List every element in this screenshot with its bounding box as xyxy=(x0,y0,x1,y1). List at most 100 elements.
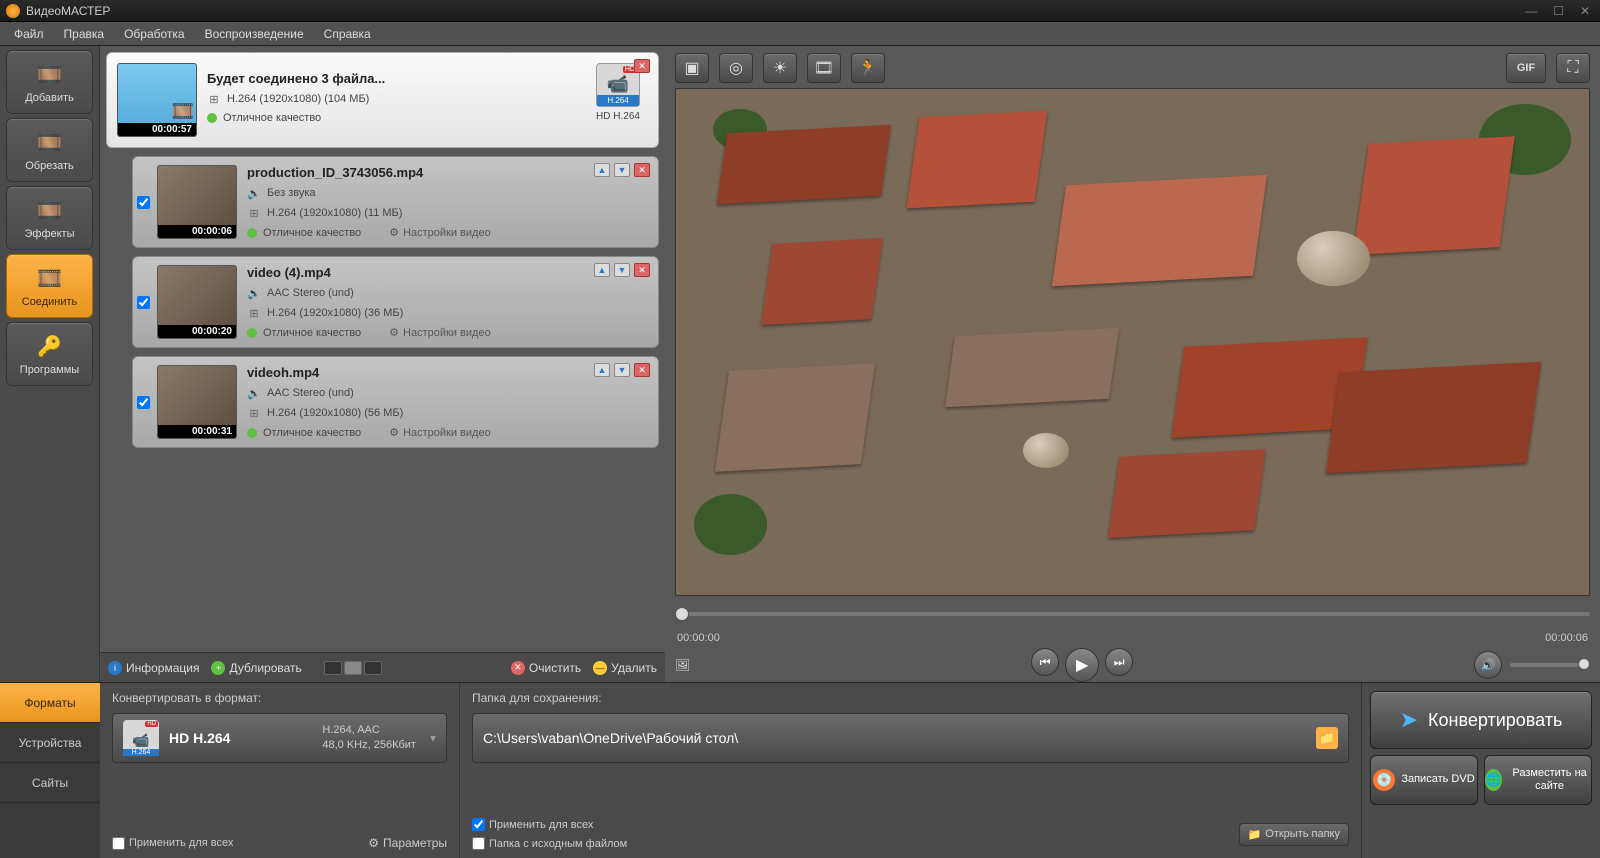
duplicate-button[interactable]: +Дублировать xyxy=(211,661,301,675)
menu-process[interactable]: Обработка xyxy=(116,25,193,43)
file-item[interactable]: 00:00:06 production_ID_3743056.mp4 🔊Без … xyxy=(132,156,659,248)
camera-tool-button[interactable]: ◎ xyxy=(719,53,753,83)
parameters-button[interactable]: ⚙Параметры xyxy=(368,836,447,850)
remove-file-button[interactable]: ✕ xyxy=(634,263,650,277)
info-icon: i xyxy=(108,661,122,675)
minimize-button[interactable]: — xyxy=(1521,4,1541,18)
file-thumbnail: 00:00:06 xyxy=(157,165,237,239)
file-audio: AAC Stereo (und) xyxy=(267,287,354,299)
volume-knob-icon[interactable] xyxy=(1578,658,1590,670)
minus-icon: — xyxy=(593,661,607,675)
close-button[interactable]: ✕ xyxy=(1576,4,1594,18)
seek-slider[interactable] xyxy=(675,612,1590,616)
file-title: production_ID_3743056.mp4 xyxy=(247,165,648,180)
menu-edit[interactable]: Правка xyxy=(56,25,113,43)
tab-formats[interactable]: Форматы xyxy=(0,683,100,723)
file-checkbox[interactable] xyxy=(137,396,150,409)
camera-icon: 📹 xyxy=(607,74,629,95)
merged-summary[interactable]: 🎞️ 00:00:57 Будет соединено 3 файла... ⊞… xyxy=(106,52,659,148)
file-checkbox[interactable] xyxy=(137,296,150,309)
merged-codec: H.264 (1920x1080) (104 МБ) xyxy=(227,93,369,105)
merged-remove-button[interactable]: ✕ xyxy=(634,59,650,73)
video-preview[interactable] xyxy=(675,88,1590,596)
volume-button[interactable]: 🔊 xyxy=(1474,651,1502,679)
file-checkbox[interactable] xyxy=(137,196,150,209)
snapshot-button[interactable]: 🖼 xyxy=(675,658,690,672)
merged-title: Будет соединено 3 файла... xyxy=(207,71,578,86)
speaker-icon: 🔊 xyxy=(247,186,261,200)
video-settings-link[interactable]: ⚙Настройки видео xyxy=(389,326,491,339)
apply-all-format[interactable]: Применить для всех xyxy=(112,837,233,850)
time-current: 00:00:00 xyxy=(677,632,720,644)
menu-playback[interactable]: Воспроизведение xyxy=(197,25,312,43)
sidebar-programs-label: Программы xyxy=(20,364,79,376)
fullscreen-button[interactable]: ⛶ xyxy=(1556,53,1590,83)
maximize-button[interactable]: ☐ xyxy=(1549,4,1568,18)
move-down-button[interactable]: ▼ xyxy=(614,363,630,377)
x-icon: ✕ xyxy=(511,661,525,675)
film-icon: ⊞ xyxy=(247,306,261,320)
motion-tool-button[interactable]: 🏃 xyxy=(851,53,885,83)
convert-button[interactable]: ➤ Конвертировать xyxy=(1370,691,1592,749)
speed-tool-button[interactable]: 🎞 xyxy=(807,53,841,83)
move-up-button[interactable]: ▲ xyxy=(594,163,610,177)
file-title: videoh.mp4 xyxy=(247,365,648,380)
file-quality: Отличное качество xyxy=(263,327,361,339)
app-logo-icon xyxy=(6,4,20,18)
file-item[interactable]: 00:00:20 video (4).mp4 🔊AAC Stereo (und)… xyxy=(132,256,659,348)
delete-button[interactable]: —Удалить xyxy=(593,661,657,675)
tab-sites[interactable]: Сайты xyxy=(0,763,100,803)
speaker-icon: 🔊 xyxy=(247,286,261,300)
crop-tool-button[interactable]: ▣ xyxy=(675,53,709,83)
menu-help[interactable]: Справка xyxy=(316,25,379,43)
remove-file-button[interactable]: ✕ xyxy=(634,363,650,377)
tab-devices[interactable]: Устройства xyxy=(0,723,100,763)
move-up-button[interactable]: ▲ xyxy=(594,363,610,377)
move-up-button[interactable]: ▲ xyxy=(594,263,610,277)
format-selector[interactable]: HD 📹 H.264 HD H.264 H.264, AAC 48,0 KHz,… xyxy=(112,713,447,763)
sidebar-join[interactable]: 🎞️Соединить xyxy=(6,254,93,318)
remove-file-button[interactable]: ✕ xyxy=(634,163,650,177)
sidebar-cut[interactable]: 🎞️Обрезать xyxy=(6,118,93,182)
brightness-tool-button[interactable]: ☀ xyxy=(763,53,797,83)
speaker-icon: 🔊 xyxy=(247,386,261,400)
move-down-button[interactable]: ▼ xyxy=(614,263,630,277)
output-path-field[interactable]: C:\Users\vaban\OneDrive\Рабочий стол\ 📁 xyxy=(472,713,1349,763)
file-list-panel: 🎞️ 00:00:57 Будет соединено 3 файла... ⊞… xyxy=(100,46,665,682)
sidebar-join-label: Соединить xyxy=(22,296,78,308)
open-folder-button[interactable]: 📁Открыть папку xyxy=(1239,823,1349,846)
merged-quality: Отличное качество xyxy=(223,112,321,124)
video-settings-link[interactable]: ⚙Настройки видео xyxy=(389,426,491,439)
publish-button[interactable]: 🌐 Разместить на сайте xyxy=(1484,755,1592,805)
video-settings-link[interactable]: ⚙Настройки видео xyxy=(389,226,491,239)
quality-dot-icon xyxy=(247,428,257,438)
volume-slider[interactable] xyxy=(1510,663,1590,667)
sidebar-effects[interactable]: 🎞️Эффекты xyxy=(6,186,93,250)
next-button[interactable]: ⏭ xyxy=(1105,648,1133,676)
seek-knob-icon[interactable] xyxy=(675,607,689,621)
sidebar-add[interactable]: 🎞️Добавить xyxy=(6,50,93,114)
source-folder-checkbox[interactable]: Папка с исходным файлом xyxy=(472,837,627,850)
move-down-button[interactable]: ▼ xyxy=(614,163,630,177)
film-cut-icon: 🎞️ xyxy=(36,128,64,156)
menu-file[interactable]: Файл xyxy=(6,25,52,43)
apply-all-folder[interactable]: Применить для всех xyxy=(472,818,627,831)
gear-icon: ⚙ xyxy=(389,326,399,339)
info-button[interactable]: iИнформация xyxy=(108,661,199,675)
file-duration: 00:00:31 xyxy=(158,425,236,438)
clear-button[interactable]: ✕Очистить xyxy=(511,661,581,675)
play-button[interactable]: ▶ xyxy=(1065,648,1099,682)
format-icon: HD 📹 H.264 xyxy=(123,720,159,756)
sidebar-programs[interactable]: 🔑Программы xyxy=(6,322,93,386)
view-toggle[interactable] xyxy=(324,661,382,675)
burn-dvd-button[interactable]: 💿 Записать DVD xyxy=(1370,755,1478,805)
globe-icon: 🌐 xyxy=(1485,769,1502,791)
file-codec: H.264 (1920x1080) (11 МБ) xyxy=(267,207,402,219)
output-path: C:\Users\vaban\OneDrive\Рабочий стол\ xyxy=(483,730,1306,746)
prev-button[interactable]: ⏮ xyxy=(1031,648,1059,676)
disc-icon: 💿 xyxy=(1373,769,1395,791)
codec-label: H.264 xyxy=(597,95,639,106)
browse-button[interactable]: 📁 xyxy=(1316,727,1338,749)
gif-button[interactable]: GIF xyxy=(1506,53,1546,83)
file-item[interactable]: 00:00:31 videoh.mp4 🔊AAC Stereo (und) ⊞H… xyxy=(132,356,659,448)
